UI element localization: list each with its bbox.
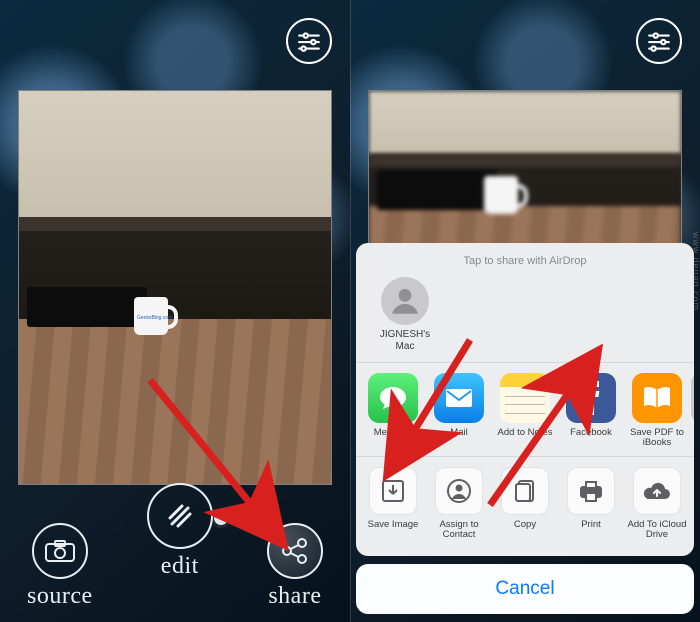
airdrop-target[interactable]: JIGNESH's Mac: [370, 277, 440, 352]
facebook-icon: [578, 381, 604, 415]
sliders-icon: [646, 28, 672, 54]
share-app-message[interactable]: Message: [360, 373, 426, 450]
action-copy[interactable]: Copy: [492, 467, 558, 542]
sliders-icon: [296, 28, 322, 54]
photo-preview[interactable]: GeeksBlog.com: [18, 90, 332, 485]
edit-button[interactable]: edit: [147, 483, 213, 580]
message-icon: [378, 385, 408, 411]
editor-screen: GeeksBlog.com source: [0, 0, 350, 622]
share-button[interactable]: share: [267, 523, 323, 610]
share-app-mail[interactable]: Mail: [426, 373, 492, 450]
mail-icon: [444, 387, 474, 409]
share-app-notes[interactable]: Add to Notes: [492, 373, 558, 450]
action-icloud-drive[interactable]: Add To iCloud Drive: [624, 467, 690, 542]
person-icon: [381, 277, 429, 325]
save-image-icon: [380, 478, 406, 504]
mug-label: GeeksBlog.com: [137, 315, 172, 321]
action-print[interactable]: Print: [558, 467, 624, 542]
cloud-upload-icon: [642, 481, 672, 501]
ios-share-sheet: Tap to share with AirDrop JIGNESH's Mac: [356, 243, 694, 614]
share-app-more[interactable]: iC: [690, 373, 694, 450]
share-app-facebook[interactable]: Facebook: [558, 373, 624, 450]
share-label: share: [268, 583, 321, 610]
bottom-toolbar: source edit: [0, 513, 350, 610]
camera-icon: [45, 540, 75, 562]
action-save-image[interactable]: Save Image: [360, 467, 426, 542]
airdrop-hint: Tap to share with AirDrop: [356, 253, 694, 273]
edit-label: edit: [161, 553, 199, 580]
share-sheet-screen: Tap to share with AirDrop JIGNESH's Mac: [350, 0, 700, 622]
airdrop-row: JIGNESH's Mac: [356, 273, 694, 363]
print-icon: [578, 479, 604, 503]
adjustments-button[interactable]: [286, 18, 332, 64]
book-icon: [641, 385, 673, 411]
contact-icon: [446, 478, 472, 504]
cancel-button[interactable]: Cancel: [356, 564, 694, 614]
source-label: source: [27, 583, 93, 610]
share-actions-row[interactable]: Save Image Assign to Contact Copy Print: [356, 457, 694, 548]
watermark: www.deuag.com: [691, 232, 700, 311]
stripes-icon: [162, 498, 198, 534]
action-assign-contact[interactable]: Assign to Contact: [426, 467, 492, 542]
copy-icon: [513, 478, 537, 504]
adjustments-button[interactable]: [636, 18, 682, 64]
share-apps-row[interactable]: Message Mail: [356, 363, 694, 457]
airdrop-target-label: JIGNESH's Mac: [370, 329, 440, 352]
panel-divider: [350, 0, 351, 622]
share-app-ibooks[interactable]: Save PDF to iBooks: [624, 373, 690, 450]
source-button[interactable]: source: [27, 523, 93, 610]
share-icon: [280, 536, 310, 566]
